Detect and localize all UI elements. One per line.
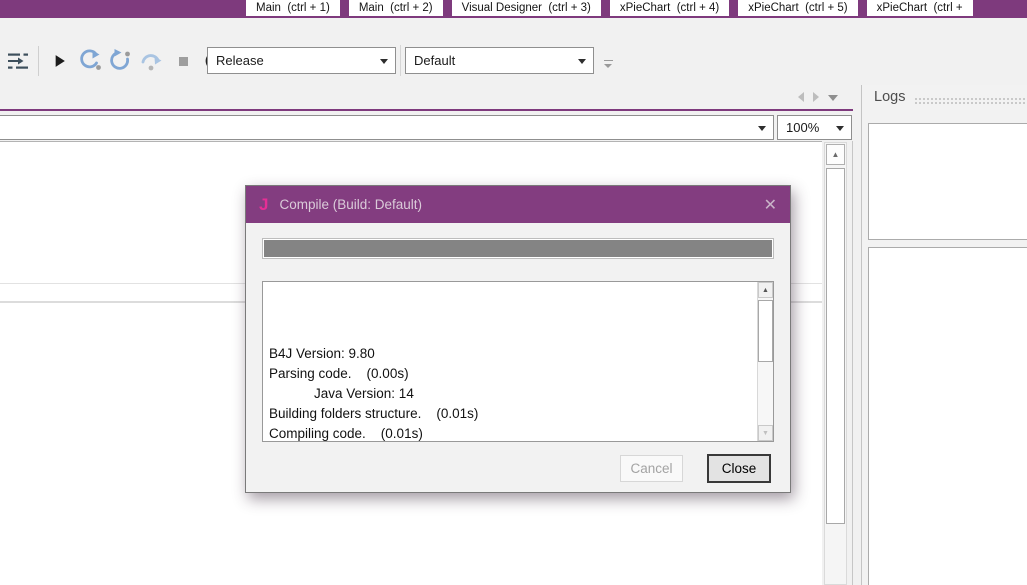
dialog-title-bar[interactable]: J Compile (Build: Default) ✕: [246, 186, 790, 223]
module-tab[interactable]: xPieChart (ctrl + 4): [609, 0, 730, 16]
compile-log-line: Java Version: 14: [269, 386, 414, 401]
logs-output-box: [868, 123, 1027, 240]
compile-log-line: Building folders structure. (0.01s): [269, 406, 479, 421]
close-button[interactable]: Close: [707, 454, 771, 483]
b4j-logo: J: [259, 194, 269, 214]
cancel-button[interactable]: Cancel: [620, 455, 683, 482]
build-profile-value: Default: [414, 53, 456, 68]
designer-nav-controls: [798, 92, 838, 102]
logs-panel: Logs: [861, 85, 1027, 585]
comment-code-icon[interactable]: [4, 47, 32, 75]
panel-drag-handle[interactable]: [914, 97, 1025, 105]
scroll-up-icon[interactable]: ▲: [758, 282, 773, 298]
step-over-icon[interactable]: [137, 47, 165, 75]
zoom-dropdown-value: 100%: [786, 120, 820, 135]
module-tab[interactable]: Main (ctrl + 1): [246, 0, 340, 16]
module-tab-label: Main (ctrl + 1): [256, 2, 330, 14]
scroll-up-icon[interactable]: ▲: [826, 144, 845, 165]
layout-dropdown[interactable]: [0, 115, 774, 140]
dialog-title: Compile (Build: Default): [279, 197, 423, 212]
toolbar-separator: [38, 46, 39, 76]
scrollbar-thumb[interactable]: [826, 168, 845, 524]
chevron-down-icon: [380, 58, 388, 64]
step-into-icon[interactable]: [107, 47, 135, 75]
scroll-down-icon[interactable]: ▼: [758, 425, 773, 441]
chevron-down-icon: [578, 58, 586, 64]
nav-menu-icon[interactable]: [828, 95, 838, 101]
module-tab[interactable]: Visual Designer (ctrl + 3): [451, 0, 601, 16]
zoom-dropdown[interactable]: 100%: [777, 115, 852, 140]
compile-progress-fill: [264, 240, 772, 257]
module-tab-label: Main (ctrl + 2): [358, 2, 433, 14]
build-configuration-value: Release: [216, 53, 264, 68]
toolbar-separator: [400, 45, 401, 76]
compile-log-line: Compiling code. (0.01s): [269, 426, 423, 441]
close-icon[interactable]: ✕: [764, 195, 777, 215]
compile-progress-bar: [262, 238, 774, 259]
toolbar-overflow-icon[interactable]: [602, 60, 614, 72]
panel-splitter[interactable]: [852, 141, 853, 585]
compile-log-line: Parsing code. (0.00s): [269, 366, 409, 381]
editor-vertical-scrollbar[interactable]: ▲: [824, 142, 847, 585]
compile-log-box: B4J Version: 9.80 Parsing code. (0.00s) J…: [262, 281, 774, 442]
chevron-down-icon: [758, 125, 766, 131]
tab-strip: Main (ctrl + 1) Main (ctrl + 2) Visual D…: [246, 0, 1027, 16]
stop-icon[interactable]: [169, 47, 197, 75]
accent-divider: [0, 109, 853, 111]
compile-dialog: J Compile (Build: Default) ✕ B4J Version…: [245, 185, 791, 493]
build-profile-dropdown[interactable]: Default: [405, 47, 594, 74]
module-tab-label: Visual Designer (ctrl + 3): [461, 2, 591, 14]
logs-output-box: [868, 247, 1027, 585]
module-tab-label: xPieChart (ctrl + 4): [619, 2, 720, 14]
nav-back-icon[interactable]: [798, 92, 804, 102]
resume-icon[interactable]: [77, 47, 105, 75]
run-icon[interactable]: [45, 47, 73, 75]
log-vertical-scrollbar[interactable]: ▲ ▼: [757, 282, 773, 441]
main-toolbar: [4, 46, 229, 76]
build-configuration-dropdown[interactable]: Release: [207, 47, 396, 74]
module-tab[interactable]: xPieChart (ctrl +: [866, 0, 973, 16]
scrollbar-thumb[interactable]: [758, 300, 773, 362]
module-tab-bar: Main (ctrl + 1) Main (ctrl + 2) Visual D…: [0, 0, 1027, 18]
module-tab[interactable]: Main (ctrl + 2): [348, 0, 443, 16]
logs-panel-title: Logs: [874, 89, 906, 105]
compile-log-line: B4J Version: 9.80: [269, 346, 375, 361]
compile-log-text: B4J Version: 9.80 Parsing code. (0.00s) J…: [263, 282, 757, 441]
nav-forward-icon[interactable]: [813, 92, 819, 102]
chevron-down-icon: [836, 125, 844, 131]
module-tab-label: xPieChart (ctrl +: [876, 2, 963, 14]
module-tab-label: xPieChart (ctrl + 5): [748, 2, 848, 14]
module-tab[interactable]: xPieChart (ctrl + 5): [738, 0, 858, 16]
